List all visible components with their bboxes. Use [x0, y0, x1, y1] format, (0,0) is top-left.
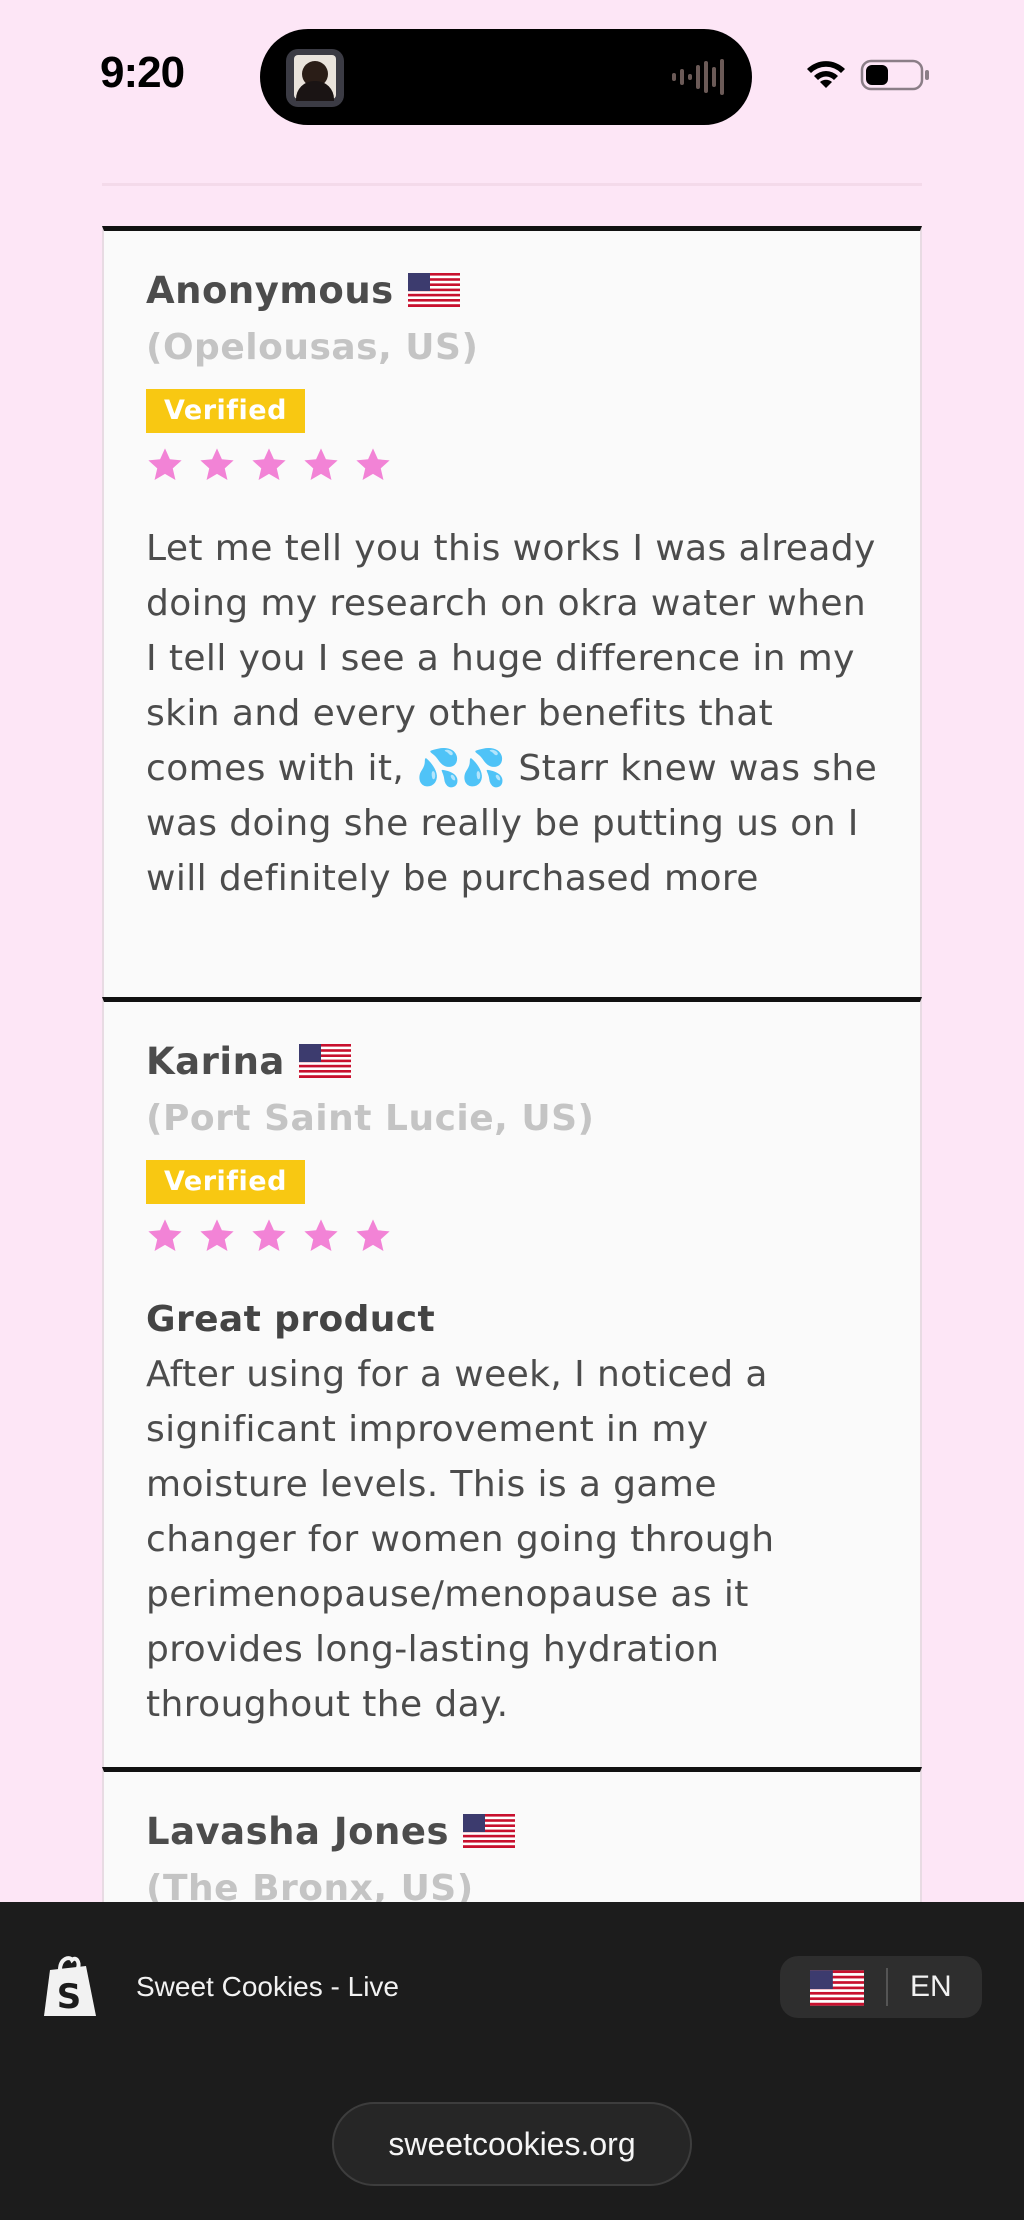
address-bar[interactable]: sweetcookies.org — [332, 2102, 692, 2186]
star-rating — [146, 1214, 878, 1258]
wifi-icon — [807, 61, 845, 88]
star-icon — [304, 1219, 338, 1252]
reviewer-name: Anonymous — [146, 268, 394, 312]
star-icon — [252, 448, 286, 481]
reviews-list: Anonymous (Opelousas, US) Verified Let m… — [102, 226, 922, 1927]
star-icon — [356, 448, 390, 481]
battery-icon — [860, 59, 929, 91]
star-icon — [148, 1219, 182, 1252]
svg-text:S: S — [57, 1977, 82, 2017]
review-body: After using for a week, I noticed a sign… — [146, 1354, 775, 1725]
us-flag-icon — [810, 1970, 864, 2006]
review-card: Karina (Port Saint Lucie, US) Verified G… — [102, 997, 922, 1767]
review-body: Let me tell you this works I was already… — [146, 528, 878, 899]
dynamic-island[interactable] — [260, 29, 752, 125]
us-flag-icon — [407, 273, 460, 307]
star-rating — [146, 443, 878, 487]
language-selector[interactable]: EN — [780, 1956, 982, 2018]
author-row: Karina — [146, 1034, 878, 1088]
star-icon — [200, 1219, 234, 1252]
verified-badge: Verified — [146, 389, 305, 433]
status-time: 9:20 — [100, 48, 185, 97]
star-icon — [200, 448, 234, 481]
us-flag-icon — [463, 1814, 515, 1848]
status-bar: 9:20 — [0, 0, 1024, 150]
audio-waveform-icon — [672, 59, 724, 95]
section-divider — [102, 183, 922, 186]
star-icon — [304, 448, 338, 481]
star-icon — [356, 1219, 390, 1252]
review-title: Great product — [146, 1299, 436, 1340]
verified-badge: Verified — [146, 1160, 305, 1204]
now-playing-thumbnail — [286, 49, 344, 107]
reviewer-name: Karina — [146, 1039, 285, 1083]
reviewer-name: Lavasha Jones — [146, 1809, 449, 1853]
author-row: Anonymous — [146, 263, 878, 317]
reviewer-location: (Port Saint Lucie, US) — [146, 1098, 595, 1139]
language-divider — [886, 1968, 888, 2006]
star-icon — [252, 1219, 286, 1252]
shopify-bag-icon[interactable]: S — [40, 1954, 100, 2020]
us-flag-icon — [298, 1044, 351, 1078]
review-card: Anonymous (Opelousas, US) Verified Let m… — [102, 226, 922, 997]
language-code: EN — [910, 1970, 952, 2003]
author-row: Lavasha Jones — [146, 1804, 878, 1858]
star-icon — [148, 448, 182, 481]
browser-bottom-bar: S Sweet Cookies - Live EN sweetcookies.o… — [0, 1902, 1024, 2220]
store-name: Sweet Cookies - Live — [136, 1971, 400, 2002]
reviewer-location: (Opelousas, US) — [146, 327, 479, 368]
